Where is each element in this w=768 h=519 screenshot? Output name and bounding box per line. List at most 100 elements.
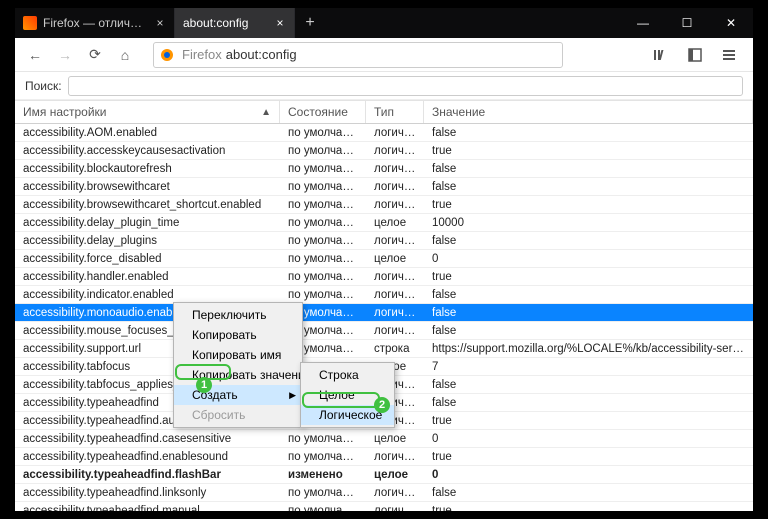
pref-name: accessibility.indicator.enabled (15, 288, 280, 302)
pref-type: логическое (366, 270, 424, 284)
pref-value: true (424, 414, 753, 428)
context-menu-item[interactable]: Копировать (174, 325, 302, 345)
table-row[interactable]: accessibility.AOM.enabledпо умолчаниюлог… (15, 124, 753, 142)
table-row[interactable]: accessibility.typeaheadfind.casesensitiv… (15, 430, 753, 448)
pref-value: false (424, 180, 753, 194)
table-row[interactable]: accessibility.browsewithcaretпо умолчани… (15, 178, 753, 196)
sidebar-icon[interactable] (683, 43, 707, 67)
search-input[interactable] (68, 76, 743, 96)
pref-state: по умолчанию (280, 198, 366, 212)
tab-firefox[interactable]: Firefox — отличный браузер д × (15, 8, 175, 38)
pref-value: 10000 (424, 216, 753, 230)
pref-value: 0 (424, 468, 753, 482)
table-row[interactable]: accessibility.delay_pluginsпо умолчаниюл… (15, 232, 753, 250)
table-row[interactable]: accessibility.delay_plugin_timeпо умолча… (15, 214, 753, 232)
context-menu-item[interactable]: Копировать имя (174, 345, 302, 365)
table-row[interactable]: accessibility.typeaheadfind.flashBarизме… (15, 466, 753, 484)
search-bar: Поиск: 🔍 (15, 72, 753, 100)
pref-type: логическое (366, 306, 424, 320)
pref-type: целое (366, 216, 424, 230)
url-label: Firefox (182, 47, 222, 62)
context-menu-item[interactable]: Копировать значение (174, 365, 302, 385)
back-button[interactable]: ← (23, 43, 47, 67)
pref-name: accessibility.delay_plugins (15, 234, 280, 248)
pref-value: https://support.mozilla.org/%LOCALE%/kb/… (424, 342, 753, 356)
table-row[interactable]: accessibility.support.urlпо умолчаниюстр… (15, 340, 753, 358)
pref-value: 0 (424, 432, 753, 446)
pref-state: по умолчанию (280, 180, 366, 194)
pref-value: false (424, 234, 753, 248)
col-header-state[interactable]: Состояние (280, 101, 366, 123)
library-icon[interactable] (649, 43, 673, 67)
pref-type: логическое (366, 144, 424, 158)
nav-bar: ← → ⟳ ⌂ Firefox about:config (15, 38, 753, 72)
table-row[interactable]: accessibility.monoaudio.enableпо умолчан… (15, 304, 753, 322)
col-header-value[interactable]: Значение (424, 101, 753, 123)
pref-state: по умолчанию (280, 126, 366, 140)
pref-name: accessibility.typeaheadfind.casesensitiv… (15, 432, 280, 446)
url-text: about:config (226, 47, 297, 62)
pref-type: строка (366, 342, 424, 356)
pref-value: true (424, 144, 753, 158)
pref-name: accessibility.force_disabled (15, 252, 280, 266)
tab-bar: Firefox — отличный браузер д × about:con… (15, 8, 753, 38)
pref-type: логическое (366, 162, 424, 176)
submenu-arrow-icon: ▶ (289, 390, 296, 401)
table-row[interactable]: accessibility.mouse_focuses_formcпо умол… (15, 322, 753, 340)
context-menu-item: Сбросить (174, 405, 302, 425)
table-row[interactable]: accessibility.browsewithcaret_shortcut.e… (15, 196, 753, 214)
pref-name: accessibility.delay_plugin_time (15, 216, 280, 230)
col-header-name[interactable]: Имя настройки ▲ (15, 101, 280, 123)
minimize-button[interactable]: — (621, 8, 665, 38)
table-row[interactable]: accessibility.typeaheadfind.linksonlyпо … (15, 484, 753, 502)
pref-value: true (424, 198, 753, 212)
context-menu-item[interactable]: Переключить (174, 305, 302, 325)
sort-asc-icon: ▲ (261, 107, 271, 118)
table-body: accessibility.AOM.enabledпо умолчаниюлог… (15, 124, 753, 511)
pref-name: accessibility.blockautorefresh (15, 162, 280, 176)
home-button[interactable]: ⌂ (113, 43, 137, 67)
context-menu-item[interactable]: Создать▶ (174, 385, 302, 405)
pref-type: логическое (366, 504, 424, 512)
table-row[interactable]: accessibility.typeaheadfind.manualпо умо… (15, 502, 753, 511)
firefox-icon (23, 16, 37, 30)
pref-state: по умолчанию (280, 432, 366, 446)
pref-type: целое (366, 432, 424, 446)
callout-label-1: 1 (196, 377, 212, 393)
pref-name: accessibility.browsewithcaret (15, 180, 280, 194)
table-row[interactable]: accessibility.accesskeycausesactivationп… (15, 142, 753, 160)
close-icon[interactable]: × (274, 16, 286, 30)
table-row[interactable]: accessibility.blockautorefreshпо умолчан… (15, 160, 753, 178)
pref-state: по умолчанию (280, 486, 366, 500)
table-row[interactable]: accessibility.indicator.enabledпо умолча… (15, 286, 753, 304)
pref-value: true (424, 504, 753, 512)
table-row[interactable]: accessibility.typeaheadfind.enablesoundп… (15, 448, 753, 466)
menu-icon[interactable] (717, 43, 741, 67)
pref-state: по умолчанию (280, 216, 366, 230)
context-submenu-item[interactable]: Строка (301, 365, 394, 385)
pref-name: accessibility.typeaheadfind.linksonly (15, 486, 280, 500)
context-submenu: СтрокаЦелоеЛогическое (300, 362, 395, 428)
pref-type: логическое (366, 324, 424, 338)
table-row[interactable]: accessibility.force_disabledпо умолчанию… (15, 250, 753, 268)
maximize-button[interactable]: ☐ (665, 8, 709, 38)
table-header: Имя настройки ▲ Состояние Тип Значение (15, 100, 753, 124)
table-row[interactable]: accessibility.handler.enabledпо умолчани… (15, 268, 753, 286)
col-header-type[interactable]: Тип (366, 101, 424, 123)
close-icon[interactable]: × (154, 16, 166, 30)
forward-button[interactable]: → (53, 43, 77, 67)
pref-name: accessibility.typeaheadfind.manual (15, 504, 280, 512)
pref-value: true (424, 270, 753, 284)
pref-type: логическое (366, 288, 424, 302)
pref-state: по умолчанию (280, 144, 366, 158)
tab-about-config[interactable]: about:config × (175, 8, 295, 38)
pref-state: по умолчанию (280, 504, 366, 512)
close-window-button[interactable]: ✕ (709, 8, 753, 38)
toolbar-right (649, 43, 741, 67)
pref-value: 0 (424, 252, 753, 266)
pref-name: accessibility.browsewithcaret_shortcut.e… (15, 198, 280, 212)
new-tab-button[interactable]: + (295, 8, 325, 38)
reload-button[interactable]: ⟳ (83, 43, 107, 67)
pref-state: по умолчанию (280, 288, 366, 302)
address-bar[interactable]: Firefox about:config (153, 42, 563, 68)
